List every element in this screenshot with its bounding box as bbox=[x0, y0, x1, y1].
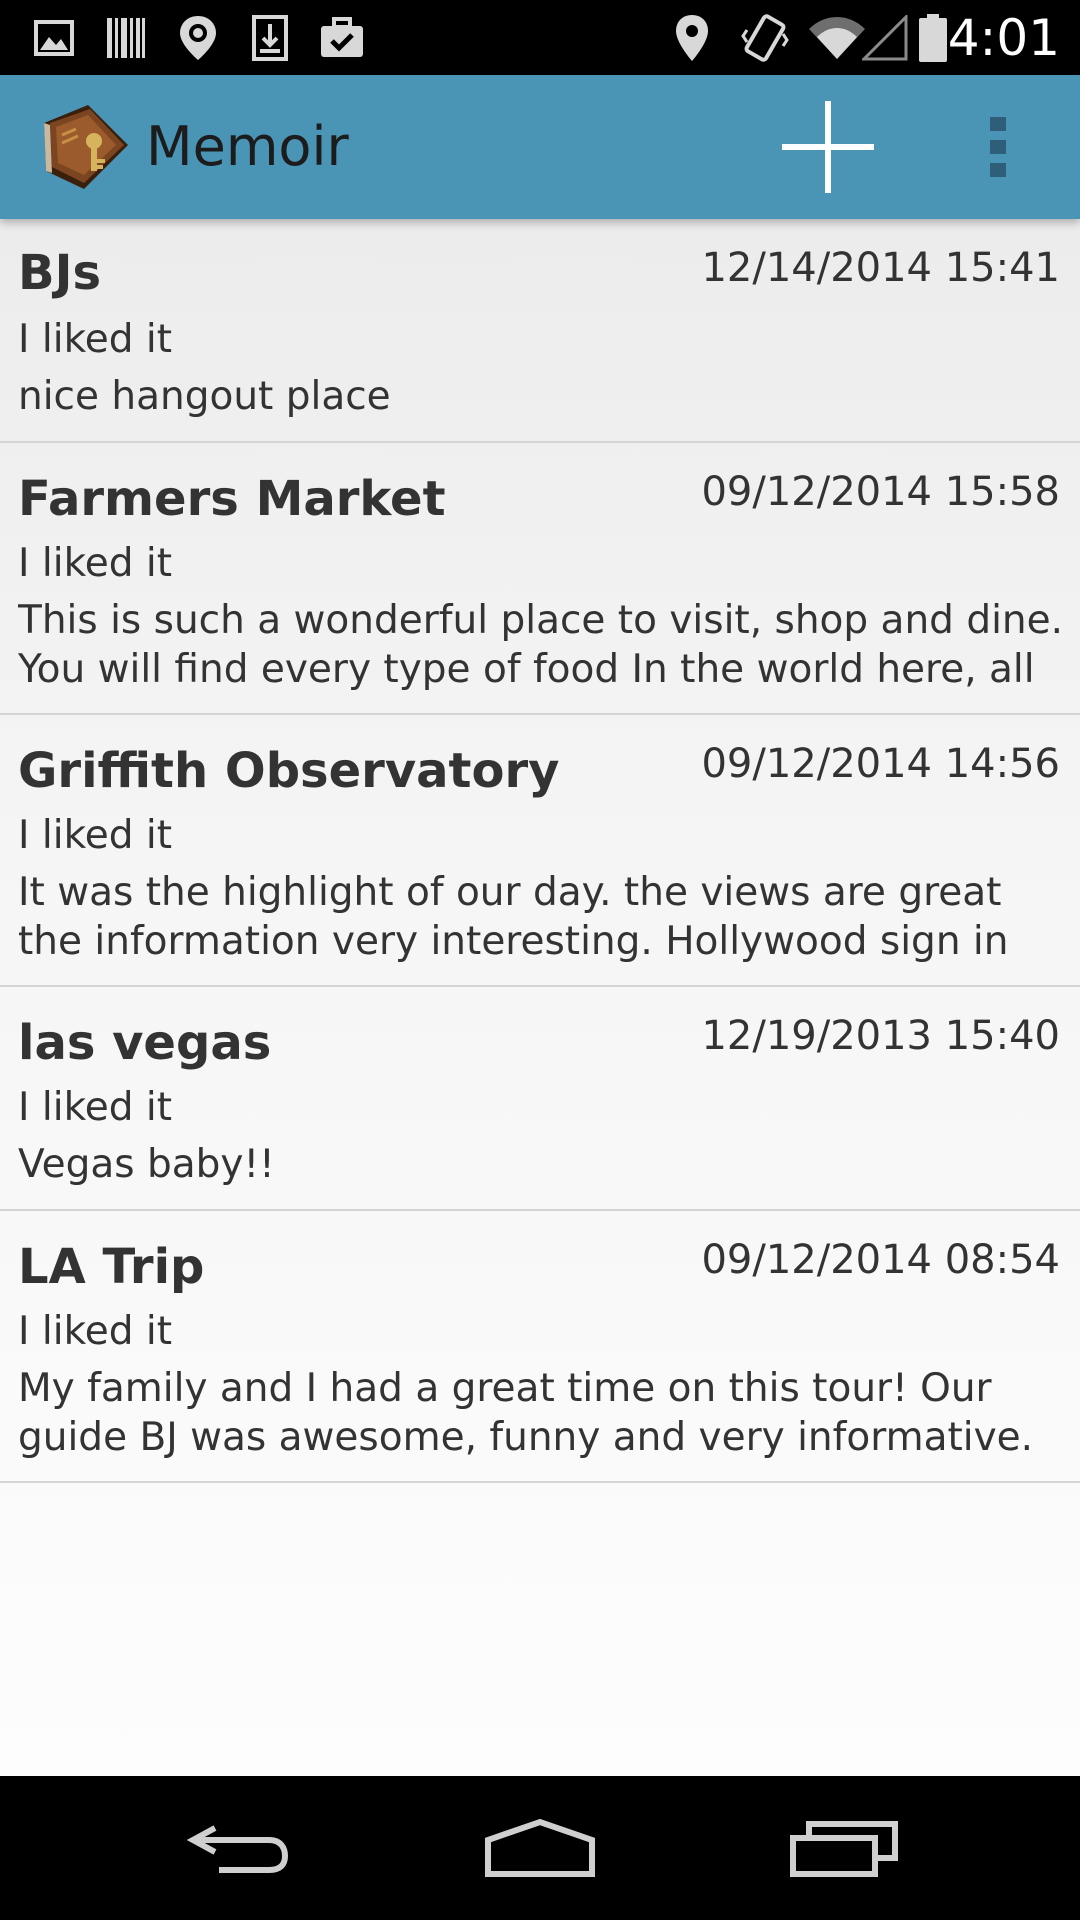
entry-title: las vegas bbox=[18, 1015, 272, 1071]
list-item[interactable]: Griffith Observatory 09/12/2014 14:56 I … bbox=[0, 715, 1080, 987]
add-entry-button[interactable] bbox=[770, 95, 886, 199]
list-item[interactable]: las vegas 12/19/2013 15:40 I liked it Ve… bbox=[0, 987, 1080, 1211]
back-button[interactable] bbox=[170, 1800, 310, 1896]
status-bar: 4:01 bbox=[0, 0, 1080, 75]
entries-list: BJs 12/14/2014 15:41 I liked it nice han… bbox=[0, 219, 1080, 1776]
location-icon bbox=[672, 10, 712, 66]
app-logo-book-icon[interactable] bbox=[36, 101, 132, 193]
barcode-icon bbox=[104, 10, 148, 66]
screen: 4:01 Memoir BJs 12/14/2014 15:41 I liked… bbox=[0, 0, 1080, 1920]
entry-rating: I liked it bbox=[18, 1309, 173, 1354]
wifi-icon bbox=[806, 10, 868, 66]
entry-date: 09/12/2014 08:54 bbox=[701, 1237, 1060, 1283]
add-icon bbox=[782, 101, 874, 193]
overflow-menu-icon bbox=[990, 117, 1006, 177]
entry-note: It was the highlight of our day. the vie… bbox=[18, 870, 1009, 964]
status-time: 4:01 bbox=[947, 9, 1060, 67]
entry-date: 12/14/2014 15:41 bbox=[701, 245, 1060, 291]
list-item[interactable]: Farmers Market 09/12/2014 15:58 I liked … bbox=[0, 443, 1080, 715]
entry-rating: I liked it bbox=[18, 541, 173, 586]
entry-rating: I liked it bbox=[18, 813, 173, 858]
navigation-bar bbox=[0, 1776, 1080, 1920]
vibrate-icon bbox=[740, 10, 790, 66]
battery-icon bbox=[916, 10, 950, 66]
briefcase-check-icon bbox=[318, 10, 366, 66]
entry-date: 09/12/2014 15:58 bbox=[701, 469, 1060, 515]
app-title: Memoir bbox=[146, 115, 349, 178]
entry-title: Griffith Observatory bbox=[18, 743, 560, 799]
entry-note: nice hangout place bbox=[18, 374, 391, 419]
list-item[interactable]: BJs 12/14/2014 15:41 I liked it nice han… bbox=[0, 219, 1080, 443]
cell-signal-icon bbox=[862, 10, 908, 66]
action-bar: Memoir bbox=[0, 75, 1080, 219]
download-icon bbox=[248, 10, 292, 66]
location-pin-icon bbox=[176, 10, 220, 66]
entry-note: This is such a wonderful place to visit,… bbox=[18, 598, 1064, 692]
entry-title: Farmers Market bbox=[18, 471, 446, 527]
entry-note: Vegas baby!! bbox=[18, 1142, 275, 1187]
recents-icon bbox=[790, 1821, 898, 1877]
entry-date: 09/12/2014 14:56 bbox=[701, 741, 1060, 787]
recents-button[interactable] bbox=[774, 1800, 914, 1896]
back-icon bbox=[186, 1825, 289, 1873]
overflow-menu-button[interactable] bbox=[966, 95, 1030, 199]
home-icon bbox=[485, 1818, 595, 1877]
entry-title: BJs bbox=[18, 245, 102, 301]
entry-title: LA Trip bbox=[18, 1239, 205, 1295]
home-button[interactable] bbox=[470, 1800, 610, 1896]
entry-note: My family and I had a great time on this… bbox=[18, 1366, 1034, 1460]
entry-rating: I liked it bbox=[18, 317, 173, 362]
entry-rating: I liked it bbox=[18, 1085, 173, 1130]
image-icon bbox=[32, 10, 76, 66]
entry-date: 12/19/2013 15:40 bbox=[701, 1013, 1060, 1059]
list-item[interactable]: LA Trip 09/12/2014 08:54 I liked it My f… bbox=[0, 1211, 1080, 1483]
